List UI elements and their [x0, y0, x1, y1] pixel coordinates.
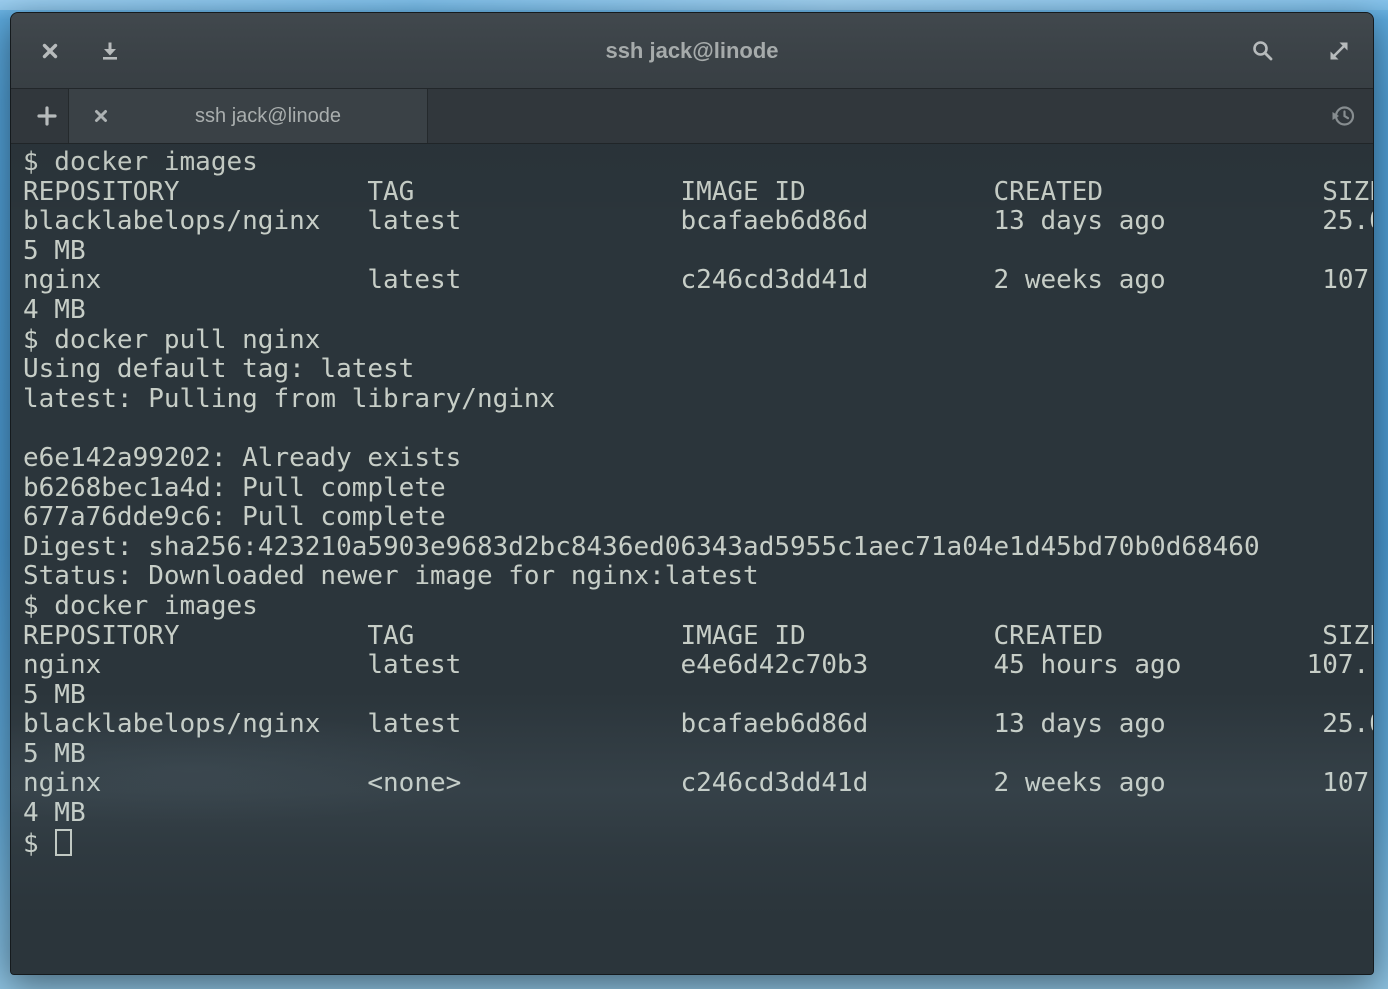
- search-button[interactable]: [1249, 37, 1277, 65]
- terminal-line: 4 MB: [23, 799, 1373, 829]
- maximize-icon: [1327, 39, 1351, 63]
- terminal-window: ssh jack@linode: [10, 12, 1374, 975]
- terminal-line: nginx latest e4e6d42c70b3 45 hours ago 1…: [23, 651, 1373, 681]
- terminal-prompt: $: [23, 829, 54, 859]
- terminal-line: blacklabelops/nginx latest bcafaeb6d86d …: [23, 710, 1373, 740]
- tab-bar: ssh jack@linode: [11, 89, 1373, 144]
- maximize-button[interactable]: [1325, 37, 1353, 65]
- terminal-line: $ docker images: [23, 592, 1373, 622]
- terminal-line: 677a76dde9c6: Pull complete: [23, 503, 1373, 533]
- terminal-line: 5 MB: [23, 681, 1373, 711]
- terminal-line: $ docker images: [23, 148, 1373, 178]
- window-titlebar[interactable]: ssh jack@linode: [11, 13, 1373, 89]
- new-tab-button[interactable]: [25, 89, 69, 143]
- terminal-line: Digest: sha256:423210a5903e9683d2bc8436e…: [23, 533, 1373, 563]
- terminal-line: 4 MB: [23, 296, 1373, 326]
- tab-close-button[interactable]: [89, 104, 113, 128]
- tab-ssh-jack-linode[interactable]: ssh jack@linode: [68, 89, 428, 143]
- terminal-line: REPOSITORY TAG IMAGE ID CREATED SIZE: [23, 178, 1373, 208]
- terminal-line: Using default tag: latest: [23, 355, 1373, 385]
- window-title: ssh jack@linode: [11, 13, 1373, 88]
- terminal-line: blacklabelops/nginx latest bcafaeb6d86d …: [23, 207, 1373, 237]
- terminal-line: Status: Downloaded newer image for nginx…: [23, 562, 1373, 592]
- new-tab-icon: [35, 104, 59, 128]
- terminal-line: [23, 414, 1373, 444]
- terminal-line: REPOSITORY TAG IMAGE ID CREATED SIZE: [23, 622, 1373, 652]
- download-button[interactable]: [96, 37, 124, 65]
- terminal-line: latest: Pulling from library/nginx: [23, 385, 1373, 415]
- terminal-line: 5 MB: [23, 237, 1373, 267]
- tab-label: ssh jack@linode: [129, 89, 407, 143]
- terminal-line: e6e142a99202: Already exists: [23, 444, 1373, 474]
- terminal-line: nginx latest c246cd3dd41d 2 weeks ago 10…: [23, 266, 1373, 296]
- wallpaper-cloud-streak: [0, 0, 1388, 10]
- download-icon: [99, 40, 121, 62]
- terminal-screen[interactable]: $ docker imagesREPOSITORY TAG IMAGE ID C…: [11, 144, 1373, 974]
- terminal-line: b6268bec1a4d: Pull complete: [23, 474, 1373, 504]
- terminal-cursor: [55, 829, 72, 856]
- restore-tab-button[interactable]: [1331, 103, 1357, 129]
- terminal-prompt-line: $: [23, 829, 1373, 859]
- terminal-line: nginx <none> c246cd3dd41d 2 weeks ago 10…: [23, 769, 1373, 799]
- history-icon: [1331, 103, 1357, 129]
- terminal-line: 5 MB: [23, 740, 1373, 770]
- terminal-line: $ docker pull nginx: [23, 326, 1373, 356]
- terminal-output: $ docker imagesREPOSITORY TAG IMAGE ID C…: [11, 144, 1373, 858]
- close-icon: [40, 41, 60, 61]
- search-icon: [1251, 39, 1275, 63]
- tab-close-icon: [93, 108, 109, 124]
- window-close-button[interactable]: [36, 37, 64, 65]
